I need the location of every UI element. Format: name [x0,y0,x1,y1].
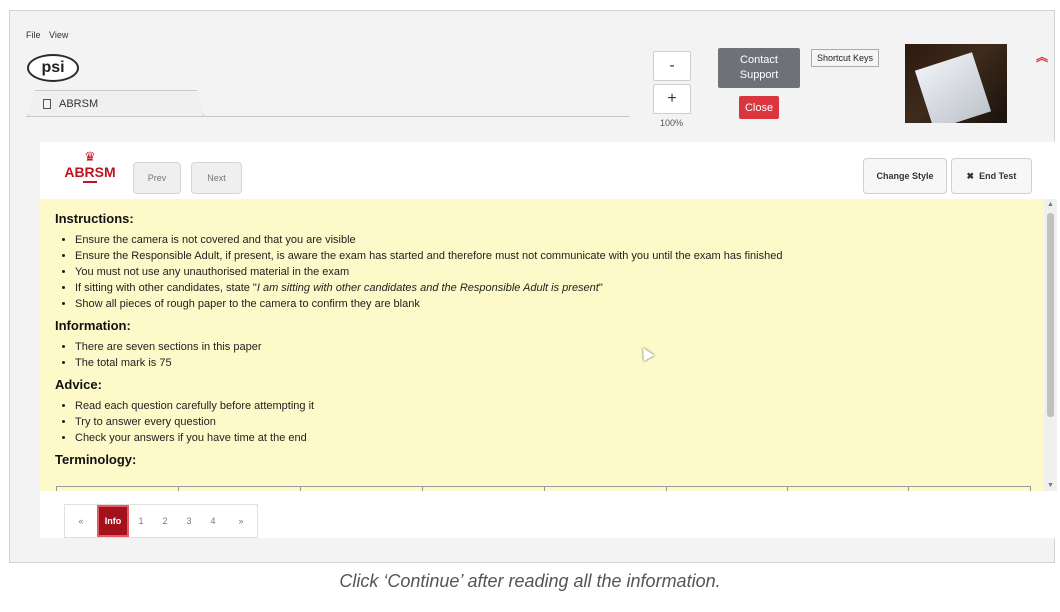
advice-heading: Advice: [55,377,102,392]
zoom-out-button[interactable]: - [653,51,691,81]
close-button[interactable]: Close [739,96,779,119]
crown-icon: ♛ [84,149,96,164]
menu-bar: File View [26,30,74,40]
list-item: Ensure the Responsible Adult, if present… [75,248,1044,264]
list-item: Ensure the camera is not covered and tha… [75,232,1044,248]
abrsm-logo: ♛ ABRSM [62,150,118,190]
terminology-heading: Terminology: [55,452,137,467]
exam-panel: ♛ ABRSM Prev Next Change Style ✖ End Tes… [40,142,1057,538]
psi-logo: psi [27,54,79,82]
webcam-preview [905,44,1007,123]
page-1-button[interactable]: 1 [129,505,153,537]
end-test-button[interactable]: ✖ End Test [951,158,1032,194]
page-3-button[interactable]: 3 [177,505,201,537]
instructions-list: Ensure the camera is not covered and tha… [55,232,1044,312]
instructions-heading: Instructions: [55,211,134,226]
footer-instruction: Click ‘Continue’ after reading all the i… [339,571,721,591]
scroll-thumb[interactable] [1047,213,1054,417]
tab-abrsm[interactable]: ABRSM [28,90,204,116]
advice-list: Read each question carefully before atte… [55,398,1044,446]
scroll-up-icon[interactable]: ▲ [1047,201,1054,208]
list-item: There are seven sections in this paper [75,339,1044,355]
content-scrollbar[interactable]: ▲ ▼ [1044,199,1057,491]
contact-label: Contact [740,53,778,66]
abrsm-logo-text: ABRSM [64,164,116,180]
shortcut-keys-button[interactable]: Shortcut Keys [811,49,879,67]
page-last-button[interactable]: » [225,505,257,537]
change-style-button[interactable]: Change Style [863,158,947,194]
list-item: You must not use any unauthorised materi… [75,264,1044,280]
page-info-button[interactable]: Info [97,505,129,537]
prev-button[interactable]: Prev [133,162,181,194]
contact-support-button[interactable]: Contact Support [718,48,800,88]
menu-file[interactable]: File [26,30,41,40]
instructions-content[interactable]: Instructions: Ensure the camera is not c… [40,199,1044,491]
quote-text: I am sitting with other candidates and t… [256,282,599,294]
zoom-in-button[interactable]: + [653,84,691,114]
end-test-label: End Test [979,171,1017,181]
scroll-down-icon[interactable]: ▼ [1047,482,1054,489]
terminology-table [56,486,1031,491]
tab-label: ABRSM [59,97,99,110]
tab-divider [26,116,630,117]
webcam-paper [914,52,992,123]
list-item: The total mark is 75 [75,355,1044,371]
support-label: Support [739,69,779,81]
close-x-icon: ✖ [966,170,975,181]
quote-prefix: If sitting with other candidates, state … [75,282,257,294]
list-item: Show all pieces of rough paper to the ca… [75,296,1044,312]
page-4-button[interactable]: 4 [201,505,225,537]
logo-underline [83,181,97,183]
list-item-quote: If sitting with other candidates, state … [75,280,1044,296]
next-button[interactable]: Next [191,162,242,194]
list-item: Check your answers if you have time at t… [75,430,1044,446]
quote-suffix: " [598,282,603,294]
information-list: There are seven sections in this paper T… [55,339,1044,371]
information-heading: Information: [55,318,131,333]
zoom-level: 100% [660,118,684,128]
pagination: « Info 1 2 3 4 » [64,504,258,538]
page-first-button[interactable]: « [65,505,97,537]
page-2-button[interactable]: 2 [153,505,177,537]
document-icon [43,98,51,109]
list-item: Try to answer every question [75,414,1044,430]
list-item: Read each question carefully before atte… [75,398,1044,414]
collapse-icon[interactable]: ︽ [1036,48,1048,65]
menu-view[interactable]: View [49,30,68,40]
